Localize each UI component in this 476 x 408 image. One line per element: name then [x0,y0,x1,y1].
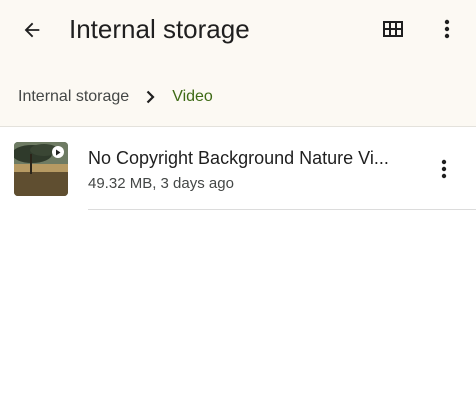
grid-view-button[interactable] [378,14,408,44]
chevron-right-icon [146,90,155,104]
file-more-button[interactable] [430,154,458,184]
divider [88,209,476,210]
breadcrumb-root[interactable]: Internal storage [18,88,129,106]
list-item[interactable]: No Copyright Background Nature Vi... 49.… [0,128,476,210]
more-vert-icon [441,159,447,179]
breadcrumb-current[interactable]: Video [172,88,213,106]
more-options-button[interactable] [432,14,462,44]
breadcrumb: Internal storage Video [18,85,213,109]
file-meta: 49.32 MB, 3 days ago [88,175,234,192]
play-icon [52,146,64,158]
more-vert-icon [444,19,450,39]
grid-view-icon [383,21,403,37]
app-bar: Internal storage Internal storage Video [0,0,476,127]
file-name: No Copyright Background Nature Vi... [88,148,389,168]
page-title: Internal storage [69,14,250,44]
video-thumbnail [14,142,68,196]
arrow-back-icon [24,22,40,38]
back-button[interactable] [16,14,48,46]
